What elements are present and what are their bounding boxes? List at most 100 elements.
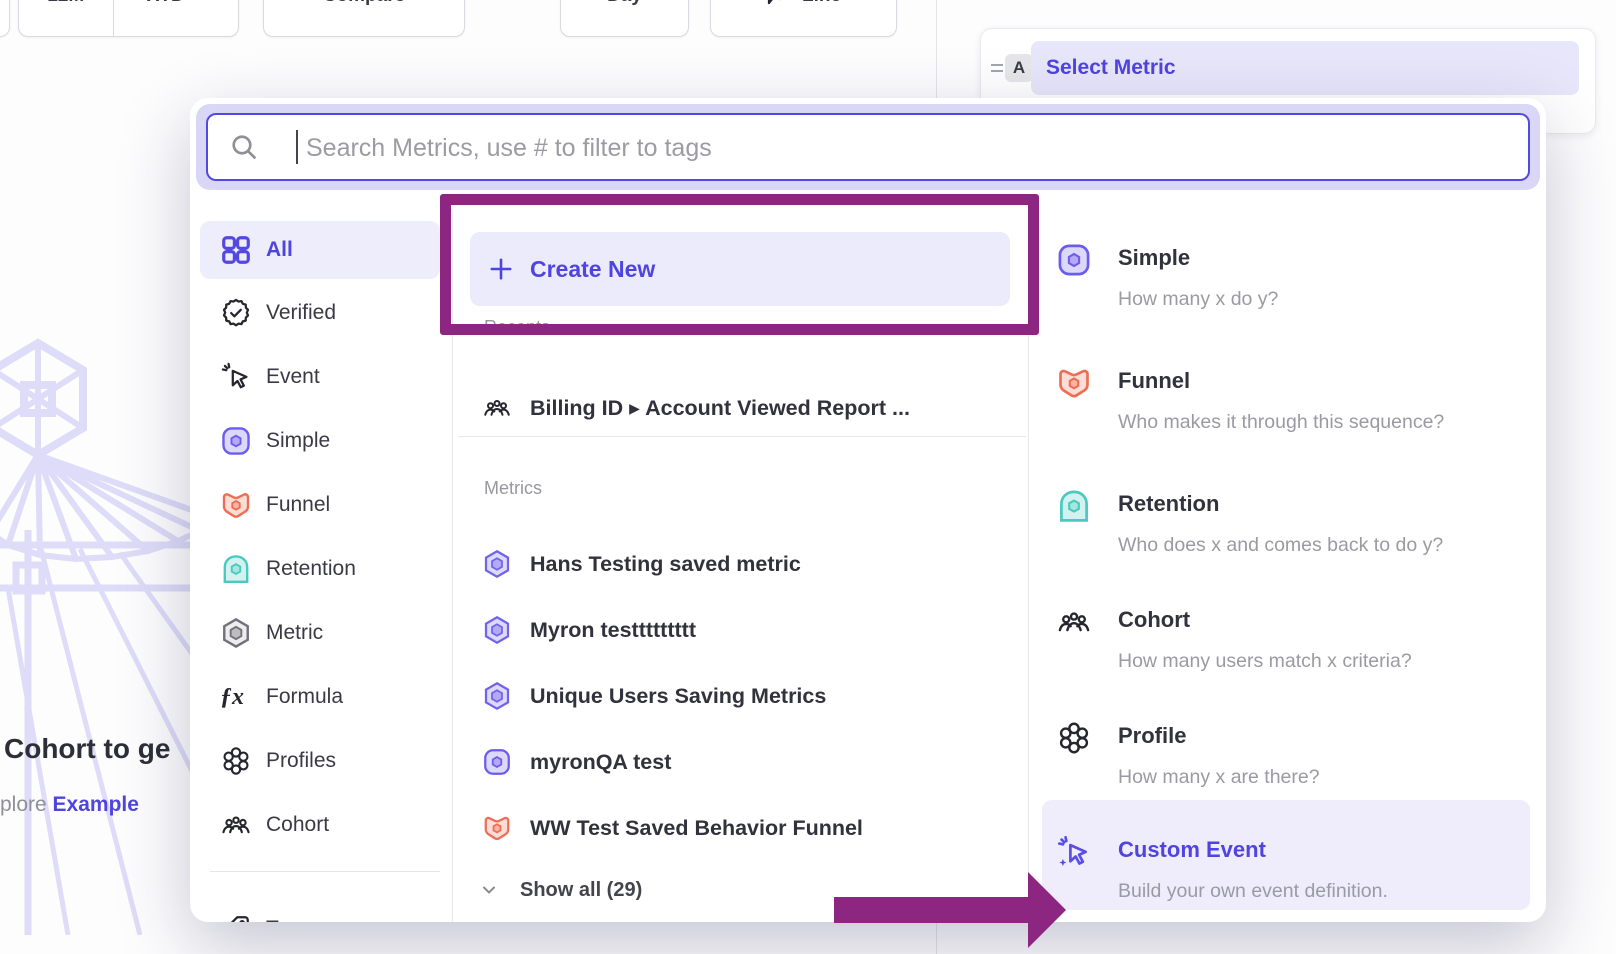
compare-button[interactable]: Compare [263, 0, 465, 37]
example-link[interactable]: Example [53, 793, 139, 816]
sidebar-item-label: Profiles [266, 749, 336, 773]
chevron-down-icon [191, 0, 205, 3]
search-icon [228, 131, 260, 163]
type-cohort-title[interactable]: Cohort [1118, 607, 1190, 633]
empty-state-explore-line: plore Example [0, 793, 139, 817]
sidebar-item-simple[interactable]: Simple [200, 412, 440, 470]
event-cursor-icon [220, 361, 252, 393]
type-custom-event-description: Build your own event definition. [1118, 880, 1388, 903]
sidebar-item-label: Retention [266, 557, 356, 581]
type-profile-title[interactable]: Profile [1118, 723, 1186, 749]
type-simple-description: How many x do y? [1118, 288, 1278, 311]
profiles-icon [220, 745, 252, 777]
partial-button[interactable] [0, 0, 10, 37]
retention-icon[interactable] [1056, 488, 1092, 524]
sidebar-item-label: Metric [266, 621, 323, 645]
funnel-icon [482, 813, 512, 843]
app-window: Cohort to ge plore Example 12M XTD Compa… [0, 0, 1616, 954]
metric-hexagon-icon [482, 615, 512, 645]
saved-metric-item[interactable]: Hans Testing saved metric [470, 542, 1010, 586]
chart-type-line-button[interactable]: Line [710, 0, 897, 37]
sidebar-item-overflow[interactable]: T [200, 900, 440, 922]
saved-metric-name: Unique Users Saving Metrics [530, 684, 826, 709]
sidebar-item-label: Event [266, 365, 320, 389]
range-12m-button[interactable]: 12M [19, 0, 113, 36]
saved-metric-item[interactable]: WW Test Saved Behavior Funnel [470, 806, 1010, 850]
sidebar-item-label: T [266, 917, 279, 922]
background-wireframe-illustration [0, 335, 200, 935]
type-profile-description: How many x are there? [1118, 766, 1320, 789]
create-new-button[interactable]: Create New [470, 232, 1010, 306]
saved-metric-item[interactable]: myronQA test [470, 740, 1010, 784]
type-simple-title[interactable]: Simple [1118, 245, 1190, 271]
funnel-icon[interactable] [1056, 365, 1092, 401]
range-xtd-label: XTD [147, 0, 185, 7]
simple-squircle-icon [482, 747, 512, 777]
sidebar-item-label: Funnel [266, 493, 330, 517]
simple-squircle-icon [220, 425, 252, 457]
sidebar-item-formula[interactable]: ƒx Formula [200, 668, 440, 726]
range-xtd-button[interactable]: XTD [113, 0, 238, 36]
type-funnel-title[interactable]: Funnel [1118, 368, 1190, 394]
simple-squircle-icon[interactable] [1056, 242, 1092, 278]
cohort-icon [482, 393, 512, 423]
tag-icon [220, 913, 252, 922]
sidebar-item-metric[interactable]: Metric [200, 604, 440, 662]
recents-header: Recents [484, 317, 550, 338]
saved-metric-name: Hans Testing saved metric [530, 552, 801, 577]
metric-hexagon-icon [220, 617, 252, 649]
sidebar-column-divider [452, 210, 453, 922]
metrics-header: Metrics [484, 478, 542, 499]
metric-hexagon-icon [482, 549, 512, 579]
sidebar-item-label: All [266, 238, 293, 262]
cohort-icon [220, 809, 252, 841]
sidebar-item-cohort[interactable]: Cohort [200, 796, 440, 854]
plus-icon [488, 256, 514, 282]
compare-label: Compare [323, 0, 405, 7]
saved-metric-name: myronQA test [530, 750, 671, 775]
metric-search-input[interactable] [304, 117, 1508, 179]
select-metric-field[interactable]: Select Metric [1031, 41, 1579, 95]
show-all-toggle[interactable]: Show all (29) [470, 874, 770, 906]
profiles-icon[interactable] [1056, 720, 1092, 756]
type-retention-title[interactable]: Retention [1118, 491, 1219, 517]
sidebar-item-retention[interactable]: Retention [200, 540, 440, 598]
types-column-divider [1028, 218, 1029, 922]
text-cursor [296, 130, 298, 164]
recents-metrics-divider [458, 436, 1026, 437]
clause-letter-badge: A [1005, 54, 1033, 82]
type-custom-event-title[interactable]: Custom Event [1118, 837, 1266, 863]
sidebar-item-verified[interactable]: Verified [200, 284, 440, 342]
saved-metric-item[interactable]: Myron testtttttttt [470, 608, 1010, 652]
custom-event-icon[interactable] [1056, 834, 1092, 870]
cohort-icon[interactable] [1056, 604, 1092, 640]
metric-hexagon-icon [482, 681, 512, 711]
show-all-label: Show all (29) [520, 879, 642, 902]
chevron-down-icon [480, 881, 498, 899]
verified-badge-icon [220, 297, 252, 329]
sidebar-item-label: Verified [266, 301, 336, 325]
sidebar-item-funnel[interactable]: Funnel [200, 476, 440, 534]
metric-picker-modal: All Verified Event Simple Funnel [190, 98, 1546, 922]
saved-metric-name: Myron testtttttttt [530, 618, 696, 643]
type-funnel-description: Who makes it through this sequence? [1118, 411, 1444, 434]
saved-metric-name: WW Test Saved Behavior Funnel [530, 816, 863, 841]
create-new-label: Create New [530, 256, 655, 283]
granularity-day-button[interactable]: Day [560, 0, 689, 37]
saved-metric-item[interactable]: Unique Users Saving Metrics [470, 674, 1010, 718]
recent-item[interactable]: Billing ID ▸ Account Viewed Report ... [470, 386, 1010, 430]
drag-handle-icon[interactable] [989, 60, 1005, 76]
sidebar-item-event[interactable]: Event [200, 348, 440, 406]
recent-item-label: Billing ID ▸ Account Viewed Report ... [530, 396, 910, 421]
explore-text-fragment: plore [0, 793, 53, 816]
sidebar-item-label: Simple [266, 429, 330, 453]
search-field-frame [206, 113, 1530, 181]
sidebar-item-all[interactable]: All [200, 221, 440, 279]
line-chart-icon [766, 0, 790, 8]
sidebar-item-profiles[interactable]: Profiles [200, 732, 440, 790]
sidebar-item-label: Cohort [266, 813, 329, 837]
formula-icon: ƒx [220, 681, 252, 713]
day-label: Day [607, 0, 642, 7]
type-cohort-description: How many users match x criteria? [1118, 650, 1412, 673]
range-12m-label: 12M [47, 0, 84, 7]
